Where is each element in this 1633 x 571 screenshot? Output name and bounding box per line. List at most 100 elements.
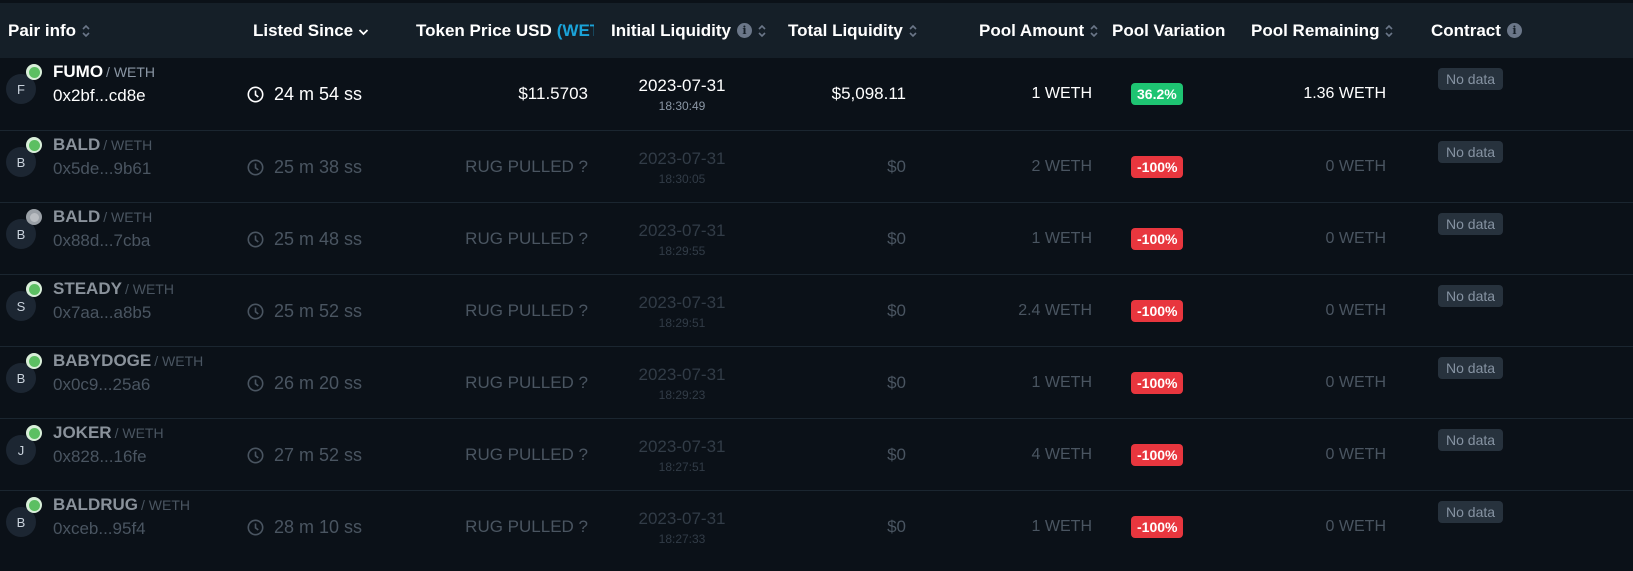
pair-name[interactable]: STEADY / WETH bbox=[53, 279, 174, 299]
token-price: RUG PULLED ? bbox=[465, 373, 588, 392]
pool-variation-badge: -100% bbox=[1131, 156, 1184, 178]
chain-icon bbox=[26, 281, 42, 297]
header-label: Contract bbox=[1431, 20, 1501, 40]
pair-info-cell[interactable]: B BABYDOGE / WETH 0x0c9...25a6 bbox=[0, 347, 240, 419]
listed-since-value: 25 m 48 ss bbox=[274, 228, 363, 249]
header-initial-liquidity[interactable]: Initial Liquidity i bbox=[611, 3, 767, 58]
pool-variation-badge: 36.2% bbox=[1131, 83, 1183, 105]
clock-icon bbox=[247, 375, 264, 391]
pool-amount: 2 WETH bbox=[1031, 158, 1092, 175]
header-pool-amount[interactable]: Pool Amount bbox=[979, 3, 1099, 58]
pool-variation-cell: 36.2% bbox=[1131, 58, 1183, 130]
table-row[interactable]: B BALD / WETH 0x5de...9b61 25 m 38 ss RUG… bbox=[0, 130, 1633, 202]
pair-info-cell[interactable]: B BALD / WETH 0x88d...7cba bbox=[0, 203, 240, 275]
quote-symbol: / WETH bbox=[106, 64, 156, 80]
pool-variation-cell: -100% bbox=[1131, 203, 1184, 275]
contract-cell: No data bbox=[1438, 347, 1504, 419]
sort-icon[interactable] bbox=[1089, 23, 1099, 39]
token-price: RUG PULLED ? bbox=[465, 517, 588, 536]
pair-address[interactable]: 0x5de...9b61 bbox=[53, 159, 151, 179]
pool-amount: 1 WETH bbox=[1031, 374, 1092, 391]
header-listed-since[interactable]: Listed Since bbox=[253, 3, 369, 58]
pair-info-cell[interactable]: J JOKER / WETH 0x828...16fe bbox=[0, 419, 240, 491]
total-liquidity: $0 bbox=[887, 229, 906, 248]
initial-liquidity-date: 2023-07-31 bbox=[638, 508, 726, 528]
sort-icon[interactable] bbox=[908, 23, 918, 39]
pair-info-cell[interactable]: B BALDRUG / WETH 0xceb...95f4 bbox=[0, 491, 240, 563]
listed-since-value: 25 m 38 ss bbox=[274, 156, 363, 177]
listed-since-cell: 27 m 52 ss bbox=[247, 419, 362, 491]
header-label: Listed Since bbox=[253, 20, 354, 40]
clock-icon bbox=[247, 86, 264, 102]
token-price: RUG PULLED ? bbox=[465, 157, 588, 176]
initial-liquidity-date: 2023-07-31 bbox=[638, 75, 726, 95]
header-pair-info[interactable]: Pair info bbox=[8, 3, 91, 58]
pair-name[interactable]: BALD / WETH bbox=[53, 207, 152, 227]
contract-cell: No data bbox=[1438, 58, 1504, 130]
listed-since-value: 28 m 10 ss bbox=[274, 516, 363, 537]
pair-address[interactable]: 0x2bf...cd8e bbox=[53, 86, 146, 106]
header-contract: Contract i bbox=[1431, 3, 1522, 58]
initial-liquidity-cell: 2023-07-31 18:30:05 bbox=[610, 131, 754, 203]
chain-icon bbox=[26, 137, 42, 153]
info-icon[interactable]: i bbox=[1506, 23, 1522, 38]
pool-variation-badge: -100% bbox=[1131, 372, 1184, 394]
table-row[interactable]: F FUMO / WETH 0x2bf...cd8e 24 m 54 ss $11… bbox=[0, 58, 1633, 130]
contract-status-badge: No data bbox=[1438, 213, 1504, 235]
pair-address[interactable]: 0x7aa...a8b5 bbox=[53, 303, 151, 323]
initial-liquidity-date: 2023-07-31 bbox=[638, 436, 726, 456]
table-row[interactable]: S STEADY / WETH 0x7aa...a8b5 25 m 52 ss R… bbox=[0, 274, 1633, 346]
pool-amount: 4 WETH bbox=[1031, 446, 1092, 463]
header-label: Pool Amount bbox=[979, 20, 1085, 40]
pair-address[interactable]: 0x828...16fe bbox=[53, 447, 147, 467]
pair-address[interactable]: 0x0c9...25a6 bbox=[53, 375, 150, 395]
pair-info-cell[interactable]: S STEADY / WETH 0x7aa...a8b5 bbox=[0, 275, 240, 347]
pair-name[interactable]: BABYDOGE / WETH bbox=[53, 351, 203, 371]
listed-since-cell: 28 m 10 ss bbox=[247, 491, 362, 563]
pair-name[interactable]: FUMO / WETH bbox=[53, 62, 155, 82]
listed-since-value: 27 m 52 ss bbox=[274, 444, 363, 465]
header-total-liquidity[interactable]: Total Liquidity bbox=[788, 3, 918, 58]
token-symbol: STEADY bbox=[53, 279, 122, 298]
header-token-price[interactable]: Token Price USD (WETH bbox=[416, 3, 594, 58]
token-symbol: FUMO bbox=[53, 62, 104, 81]
pool-amount: 1 WETH bbox=[1031, 85, 1092, 102]
initial-liquidity-cell: 2023-07-31 18:30:49 bbox=[610, 58, 754, 130]
table-row[interactable]: B BALDRUG / WETH 0xceb...95f4 28 m 10 ss … bbox=[0, 490, 1633, 562]
clock-icon bbox=[247, 231, 264, 247]
listed-since-cell: 25 m 48 ss bbox=[247, 203, 362, 275]
table-row[interactable]: B BALD / WETH 0x88d...7cba 25 m 48 ss RUG… bbox=[0, 202, 1633, 274]
header-pool-remaining[interactable]: Pool Remaining bbox=[1251, 3, 1394, 58]
pair-address[interactable]: 0xceb...95f4 bbox=[53, 519, 146, 539]
initial-liquidity-time: 18:29:55 bbox=[658, 243, 706, 258]
pair-address[interactable]: 0x88d...7cba bbox=[53, 231, 150, 251]
pool-amount: 2.4 WETH bbox=[1018, 302, 1092, 319]
sort-icon[interactable] bbox=[1384, 23, 1394, 39]
initial-liquidity-time: 18:29:23 bbox=[658, 387, 706, 402]
initial-liquidity-cell: 2023-07-31 18:27:33 bbox=[610, 491, 754, 563]
sort-icon[interactable] bbox=[81, 23, 91, 39]
header-label: Pair info bbox=[8, 20, 77, 40]
table-row[interactable]: J JOKER / WETH 0x828...16fe 27 m 52 ss RU… bbox=[0, 418, 1633, 490]
avatar-letter: B bbox=[16, 370, 26, 386]
listed-since-value: 24 m 54 ss bbox=[274, 83, 363, 104]
pair-name[interactable]: BALD / WETH bbox=[53, 135, 152, 155]
pair-name[interactable]: JOKER / WETH bbox=[53, 423, 164, 443]
contract-status-badge: No data bbox=[1438, 68, 1504, 90]
header-accent-weth[interactable]: (WETH bbox=[557, 21, 594, 41]
pool-remaining: 0 WETH bbox=[1325, 374, 1386, 391]
token-price: RUG PULLED ? bbox=[465, 301, 588, 320]
pair-info-cell[interactable]: B BALD / WETH 0x5de...9b61 bbox=[0, 131, 240, 203]
info-icon[interactable]: i bbox=[736, 23, 752, 38]
pair-info-cell[interactable]: F FUMO / WETH 0x2bf...cd8e bbox=[0, 58, 240, 130]
clock-icon bbox=[247, 159, 264, 175]
initial-liquidity-date: 2023-07-31 bbox=[638, 220, 726, 240]
total-liquidity: $0 bbox=[887, 517, 906, 536]
header-label: Total Liquidity bbox=[788, 20, 903, 40]
pair-name[interactable]: BALDRUG / WETH bbox=[53, 495, 190, 515]
table-row[interactable]: B BABYDOGE / WETH 0x0c9...25a6 26 m 20 ss… bbox=[0, 346, 1633, 418]
chevron-down-icon[interactable] bbox=[358, 21, 369, 41]
sort-icon[interactable] bbox=[757, 23, 767, 39]
pool-variation-cell: -100% bbox=[1131, 131, 1184, 203]
contract-status-badge: No data bbox=[1438, 141, 1504, 163]
